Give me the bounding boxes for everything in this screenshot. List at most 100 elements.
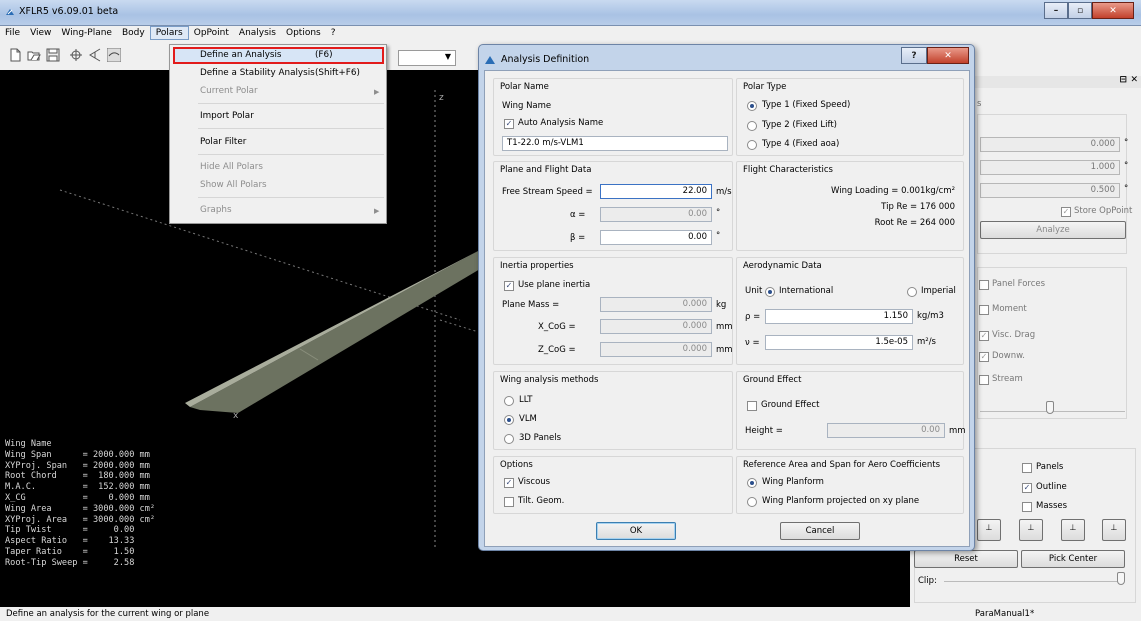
vlm-radio[interactable] bbox=[504, 415, 514, 425]
window-titlebar: XFLR5 v6.09.01 beta – ▫ ✕ bbox=[0, 0, 1141, 26]
moment-checkbox[interactable] bbox=[979, 305, 989, 315]
minimize-button[interactable]: – bbox=[1044, 2, 1068, 19]
wing-planform-xy-radio[interactable] bbox=[747, 497, 757, 507]
view-xy-button[interactable]: ⊥ bbox=[1061, 519, 1085, 541]
close-dock-icon[interactable]: ✕ bbox=[1130, 75, 1138, 85]
menu-item-current-polar[interactable]: Current Polar bbox=[200, 86, 258, 96]
wing-leading-edge bbox=[185, 250, 480, 407]
auto-analysis-name-checkbox[interactable]: ✓ bbox=[504, 119, 514, 129]
menu-wing-plane[interactable]: Wing-Plane bbox=[56, 26, 117, 40]
prop-wing-area: Wing Area = 3000.000 cm² bbox=[5, 503, 156, 514]
analyze-button[interactable]: Analyze bbox=[980, 221, 1126, 239]
wing-selector-dropdown[interactable]: ▼ bbox=[398, 50, 456, 66]
xcog-input[interactable]: 0.000 bbox=[600, 319, 712, 334]
menu-item-define-stability[interactable]: Define a Stability Analysis bbox=[200, 68, 315, 78]
xy-view-icon: ⊥ bbox=[1069, 523, 1077, 532]
free-stream-speed-input[interactable]: 22.00 bbox=[600, 184, 712, 199]
float-icon[interactable]: ⊟ bbox=[1119, 75, 1127, 85]
menu-analysis[interactable]: Analysis bbox=[234, 26, 281, 40]
plane-mass-input[interactable]: 0.000 bbox=[600, 297, 712, 312]
llt-radio[interactable] bbox=[504, 396, 514, 406]
dialog-close-button[interactable]: ✕ bbox=[927, 47, 969, 64]
masses-checkbox[interactable] bbox=[1022, 502, 1032, 512]
llt-label: LLT bbox=[519, 395, 533, 405]
visc-drag-checkbox[interactable]: ✓ bbox=[979, 331, 989, 341]
polar-name-input[interactable]: T1-22.0 m/s-VLM1 bbox=[502, 136, 728, 151]
viscous-checkbox[interactable]: ✓ bbox=[504, 478, 514, 488]
panel-forces-label: Panel Forces bbox=[992, 279, 1046, 289]
imperial-radio[interactable] bbox=[907, 287, 917, 297]
type1-radio[interactable] bbox=[747, 101, 757, 111]
view-xz-button[interactable]: ⊥ bbox=[977, 519, 1001, 541]
menu-separator bbox=[198, 128, 384, 129]
view-iso-button[interactable]: ⊥ bbox=[1102, 519, 1126, 541]
menu-item-graphs[interactable]: Graphs bbox=[200, 205, 232, 215]
iso-view-icon: ⊥ bbox=[1110, 523, 1118, 532]
3d-panels-radio[interactable] bbox=[504, 434, 514, 444]
tilt-geom-checkbox[interactable] bbox=[504, 497, 514, 507]
status-message: Define an analysis for the current wing … bbox=[6, 609, 210, 619]
wing-planform-xy-label: Wing Planform projected on xy plane bbox=[762, 496, 920, 506]
pick-center-button[interactable]: Pick Center bbox=[1021, 550, 1125, 568]
alpha-start-field[interactable]: 0.000 bbox=[980, 137, 1120, 152]
menu-polars[interactable]: Polars bbox=[149, 26, 189, 40]
menu-body[interactable]: Body bbox=[117, 26, 150, 40]
stream-slider-handle[interactable] bbox=[1046, 401, 1054, 414]
alpha-input[interactable]: 0.00 bbox=[600, 207, 712, 222]
panel-forces-checkbox[interactable] bbox=[979, 280, 989, 290]
beta-unit: ° bbox=[716, 231, 721, 241]
view-yz-button[interactable]: ⊥ bbox=[1019, 519, 1043, 541]
help-button[interactable]: ? bbox=[901, 47, 927, 64]
prop-aspect-ratio: Aspect Ratio = 13.33 bbox=[5, 536, 135, 547]
downwash-checkbox[interactable]: ✓ bbox=[979, 352, 989, 362]
menu-oppoint[interactable]: OpPoint bbox=[189, 26, 234, 40]
store-oppoint-checkbox[interactable]: ✓ bbox=[1061, 207, 1071, 217]
clip-slider-track[interactable] bbox=[944, 581, 1124, 582]
save-icon[interactable] bbox=[46, 48, 60, 62]
type2-radio[interactable] bbox=[747, 121, 757, 131]
menu-item-hide-all-polars[interactable]: Hide All Polars bbox=[200, 162, 263, 172]
stream-checkbox[interactable] bbox=[979, 375, 989, 385]
prop-taper-ratio: Taper Ratio = 1.50 bbox=[5, 546, 135, 557]
beta-input[interactable]: 0.00 bbox=[600, 230, 712, 245]
menu-view[interactable]: View bbox=[25, 26, 56, 40]
analysis-methods-group-title: Wing analysis methods bbox=[500, 375, 599, 385]
nu-input[interactable]: 1.5e-05 bbox=[765, 335, 913, 350]
alpha-end-field[interactable]: 1.000 bbox=[980, 160, 1120, 175]
foil-direct-design-icon[interactable] bbox=[69, 48, 83, 62]
rho-input[interactable]: 1.150 bbox=[765, 309, 913, 324]
menu-item-polar-filter[interactable]: Polar Filter bbox=[200, 137, 246, 147]
imperial-label: Imperial bbox=[921, 286, 956, 296]
menu-file[interactable]: File bbox=[0, 26, 25, 40]
zcog-input[interactable]: 0.000 bbox=[600, 342, 712, 357]
wing-design-icon[interactable] bbox=[88, 48, 102, 62]
type2-label: Type 2 (Fixed Lift) bbox=[762, 120, 837, 130]
ground-effect-label: Ground Effect bbox=[761, 400, 820, 410]
plane-analysis-icon[interactable] bbox=[107, 48, 121, 62]
new-document-icon[interactable] bbox=[8, 48, 22, 62]
polar-type-group-title: Polar Type bbox=[743, 82, 787, 92]
international-radio[interactable] bbox=[765, 287, 775, 297]
outline-checkbox[interactable]: ✓ bbox=[1022, 483, 1032, 493]
ground-effect-checkbox[interactable] bbox=[747, 401, 757, 411]
height-input[interactable]: 0.00 bbox=[827, 423, 945, 438]
type4-radio[interactable] bbox=[747, 140, 757, 150]
open-folder-icon[interactable] bbox=[27, 48, 41, 62]
menu-options[interactable]: Options bbox=[281, 26, 326, 40]
menu-item-show-all-polars[interactable]: Show All Polars bbox=[200, 180, 267, 190]
close-button[interactable]: ✕ bbox=[1092, 2, 1134, 19]
menu-item-import-polar[interactable]: Import Polar bbox=[200, 111, 254, 121]
use-plane-inertia-checkbox[interactable]: ✓ bbox=[504, 281, 514, 291]
menu-help[interactable]: ? bbox=[326, 26, 341, 40]
ok-button[interactable]: OK bbox=[596, 522, 676, 540]
use-plane-inertia-label: Use plane inertia bbox=[518, 280, 591, 290]
yz-view-icon: ⊥ bbox=[1027, 523, 1035, 532]
panels-checkbox[interactable] bbox=[1022, 463, 1032, 473]
alpha-delta-field[interactable]: 0.500 bbox=[980, 183, 1120, 198]
reset-button[interactable]: Reset bbox=[914, 550, 1018, 568]
menu-item-define-analysis[interactable]: Define an Analysis bbox=[200, 50, 282, 60]
wing-planform-radio[interactable] bbox=[747, 478, 757, 488]
cancel-button[interactable]: Cancel bbox=[780, 522, 860, 540]
clip-slider-handle[interactable] bbox=[1117, 572, 1125, 585]
maximize-button[interactable]: ▫ bbox=[1068, 2, 1092, 19]
